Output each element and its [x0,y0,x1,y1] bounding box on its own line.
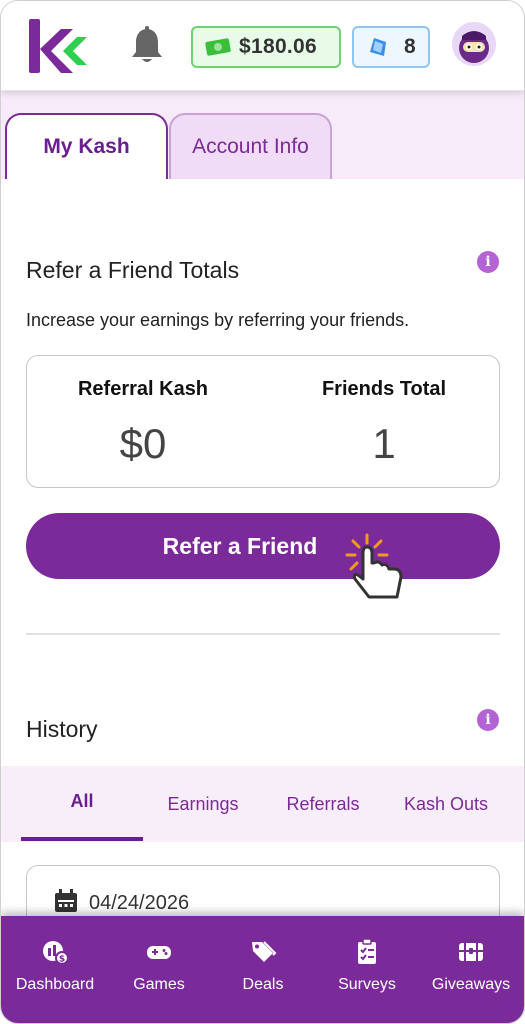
refer-button-label: Refer a Friend [162,532,318,559]
avatar-icon [452,22,496,66]
kashkick-logo-icon[interactable] [25,17,89,75]
gems-badge[interactable]: 8 [352,26,430,68]
referral-kash-label: Referral Kash [77,378,209,400]
tab-my-kash[interactable]: My Kash [5,113,168,179]
nav-surveys[interactable]: Surveys [315,916,419,1023]
history-tab-kash-outs[interactable]: Kash Outs [391,794,501,815]
app-frame: $180.06 8 My Kash Account Info Refer a F… [0,0,525,1024]
history-title: History [26,716,98,742]
referral-kash-value: $0 [119,420,167,467]
balance-amount: $180.06 [239,35,318,58]
history-tab-referrals[interactable]: Referrals [273,794,373,815]
history-tab-earnings[interactable]: Earnings [153,794,253,815]
top-header: $180.06 8 [1,1,524,91]
section-divider [26,633,500,635]
refer-subtitle: Increase your earnings by referring your… [26,310,410,330]
nav-giveaways-label: Giveaways [431,976,511,993]
friends-total-label: Friends Total [321,378,447,400]
treasure-chest-icon [459,943,483,961]
nav-deals-label: Deals [242,976,284,993]
cash-icon [205,38,231,56]
refer-totals-title: Refer a Friend Totals [26,257,240,283]
referral-stats-card: Referral Kash $0 Friends Total 1 [26,355,500,488]
nav-dashboard[interactable]: $ Dashboard [3,916,107,1023]
refer-a-friend-button[interactable]: Refer a Friend [26,513,500,579]
nav-dashboard-label: Dashboard [15,976,95,993]
nav-giveaways[interactable]: Giveaways [419,916,523,1023]
bottom-navigation: $ Dashboard Games Deals Surveys Giveaway… [1,916,524,1023]
active-tab-indicator [21,837,143,841]
history-tab-all[interactable]: All [21,791,143,812]
nav-deals[interactable]: Deals [211,916,315,1023]
history-entry-date: 04/24/2026 [89,892,190,914]
info-icon[interactable]: i [477,251,499,273]
nav-games[interactable]: Games [107,916,211,1023]
clipboard-icon [358,938,376,964]
gems-count: 8 [404,35,416,58]
gem-icon [370,38,386,56]
bell-icon[interactable] [127,25,167,67]
tag-icon [252,941,277,962]
nav-surveys-label: Surveys [338,976,396,993]
svg-text:$: $ [59,955,65,965]
dashboard-icon: $ [43,941,69,965]
calendar-icon [55,889,77,912]
tab-account-info[interactable]: Account Info [169,113,332,179]
nav-games-label: Games [133,976,185,993]
avatar[interactable] [452,22,496,66]
friends-total-value: 1 [372,420,396,467]
history-info-icon[interactable]: i [477,709,499,731]
gamepad-icon [147,946,171,959]
balance-badge[interactable]: $180.06 [191,26,341,68]
tap-pointer-icon [345,533,403,599]
